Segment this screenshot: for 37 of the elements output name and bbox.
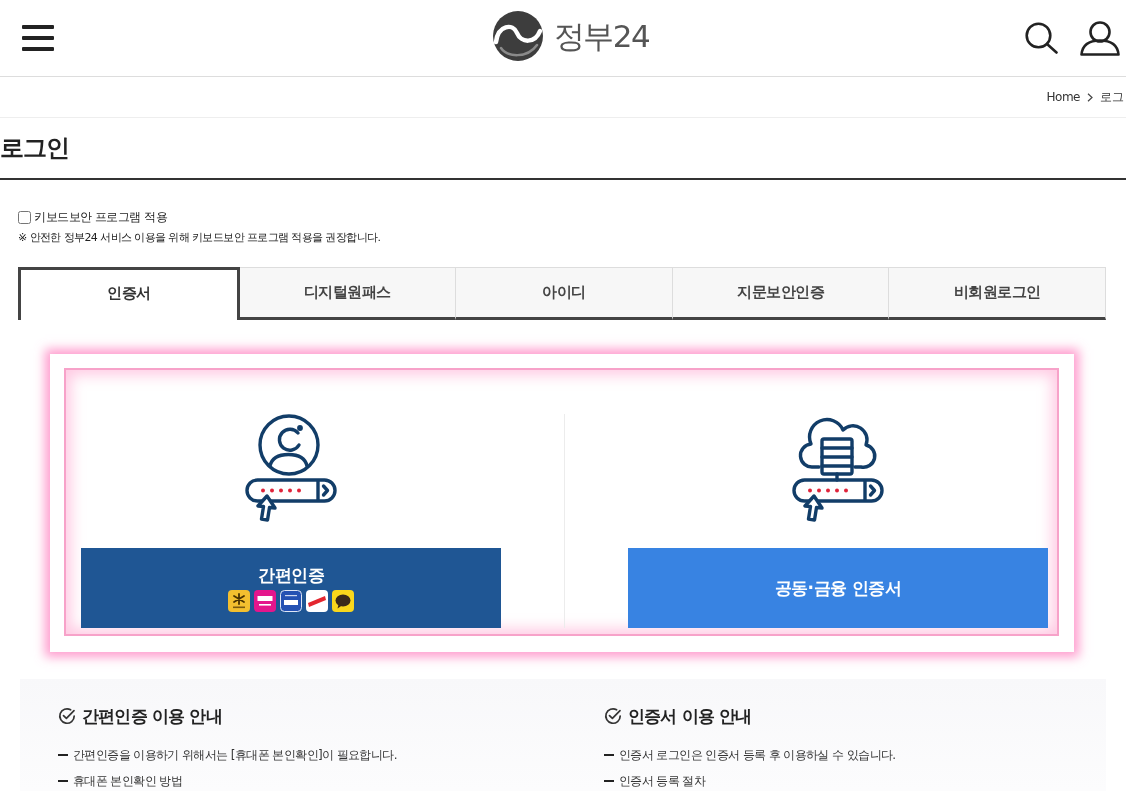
app-logo-icon [228, 590, 250, 612]
check-circle-icon [604, 707, 622, 725]
certificate-login-button[interactable]: 공동·금융 인증서 [628, 548, 1048, 628]
tab[interactable]: 인증서 [18, 267, 240, 320]
app-logo-icon [332, 590, 354, 612]
menu-icon[interactable] [22, 25, 54, 51]
check-circle-icon [58, 707, 76, 725]
guide-item: 인증서 등록 절차 [619, 773, 706, 789]
simple-auth-button[interactable]: 간편인증 [81, 548, 501, 628]
breadcrumb-link[interactable]: Home [1046, 90, 1080, 104]
tab[interactable]: 지문보안인증 [672, 267, 890, 320]
guide-item: 인증서 로그인은 인증서 등록 후 이용하실 수 있습니다. [619, 747, 896, 763]
user-icon[interactable] [1080, 20, 1120, 56]
search-icon[interactable] [1025, 22, 1058, 54]
chevron-icon [1087, 92, 1093, 102]
guide-item: 간편인증을 이용하기 위해서는 [휴대폰 본인확인]이 필요합니다. [73, 747, 397, 763]
notice-text: ※ 안전한 정부24 서비스 이용을 위해 키보드보안 프로그램 적용을 권장합니다. [18, 230, 381, 245]
tab[interactable]: 비회원로그인 [889, 267, 1106, 320]
dash-bullet-icon [58, 754, 68, 756]
app-logo-icon [254, 590, 276, 612]
dash-bullet-icon [604, 754, 614, 756]
guide-item: 휴대폰 본인확인 방법 [73, 773, 183, 789]
checkbox[interactable] [18, 211, 31, 224]
breadcrumb-current: 로그 [1100, 88, 1123, 106]
checkbox-label[interactable]: 키보드보안 프로그램 적용 [34, 209, 168, 226]
swirl-emblem-icon [492, 11, 543, 61]
page-title: 로그인 [0, 133, 69, 164]
dash-bullet-icon [58, 780, 68, 782]
logo-text[interactable]: 정부24 [553, 16, 650, 56]
guide-title: 인증서 이용 안내 [628, 704, 752, 728]
app-logo-icon [306, 590, 328, 612]
user-password-icon [245, 414, 337, 522]
tab[interactable]: 아이디 [456, 267, 673, 320]
app-logo-icon [280, 590, 302, 612]
tab[interactable]: 디지털원패스 [239, 267, 457, 320]
guide-title: 간편인증 이용 안내 [82, 704, 222, 728]
dash-bullet-icon [604, 780, 614, 782]
